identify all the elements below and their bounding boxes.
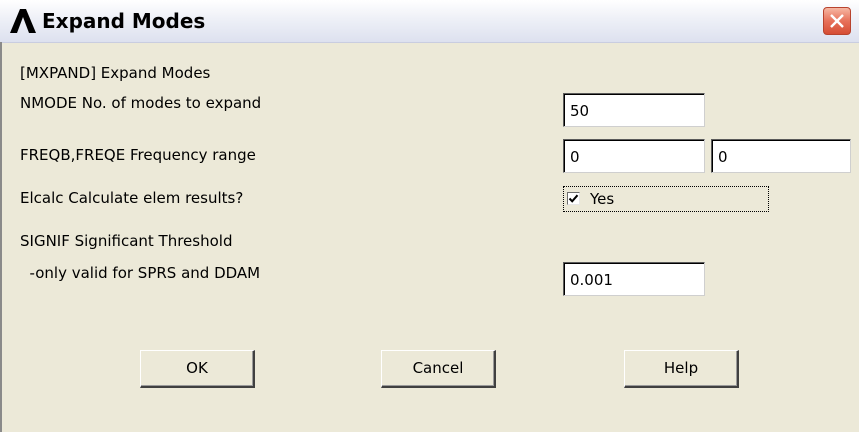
elcalc-label: Elcalc Calculate elem results?	[20, 189, 244, 207]
elcalc-checkbox[interactable]	[567, 192, 580, 205]
help-button[interactable]: Help	[624, 350, 739, 388]
ok-button[interactable]: OK	[140, 350, 255, 388]
signif-sublabel: -only valid for SPRS and DDAM	[20, 264, 261, 282]
close-button[interactable]	[823, 7, 851, 35]
close-icon	[830, 14, 844, 28]
freq-begin-input[interactable]: 0	[563, 139, 705, 173]
nmode-label: NMODE No. of modes to expand	[20, 94, 262, 112]
freq-range-label: FREQB,FREQE Frequency range	[20, 146, 256, 164]
ansys-logo-icon	[10, 9, 36, 33]
freq-end-input[interactable]: 0	[711, 139, 851, 173]
expand-modes-dialog: Expand Modes [MXPAND] Expand Modes NMODE…	[0, 0, 859, 432]
checkmark-icon	[568, 194, 579, 203]
elcalc-checkbox-label[interactable]: Yes	[590, 190, 614, 208]
title-bar[interactable]: Expand Modes	[0, 0, 859, 43]
nmode-input[interactable]: 50	[563, 93, 705, 127]
elcalc-checkbox-group[interactable]: Yes	[563, 186, 769, 212]
dialog-header-label: [MXPAND] Expand Modes	[20, 64, 211, 82]
signif-label: SIGNIF Significant Threshold	[20, 232, 233, 250]
cancel-button[interactable]: Cancel	[381, 350, 496, 388]
window-title: Expand Modes	[42, 9, 206, 33]
signif-input[interactable]: 0.001	[563, 262, 705, 296]
window-left-border	[0, 42, 2, 432]
